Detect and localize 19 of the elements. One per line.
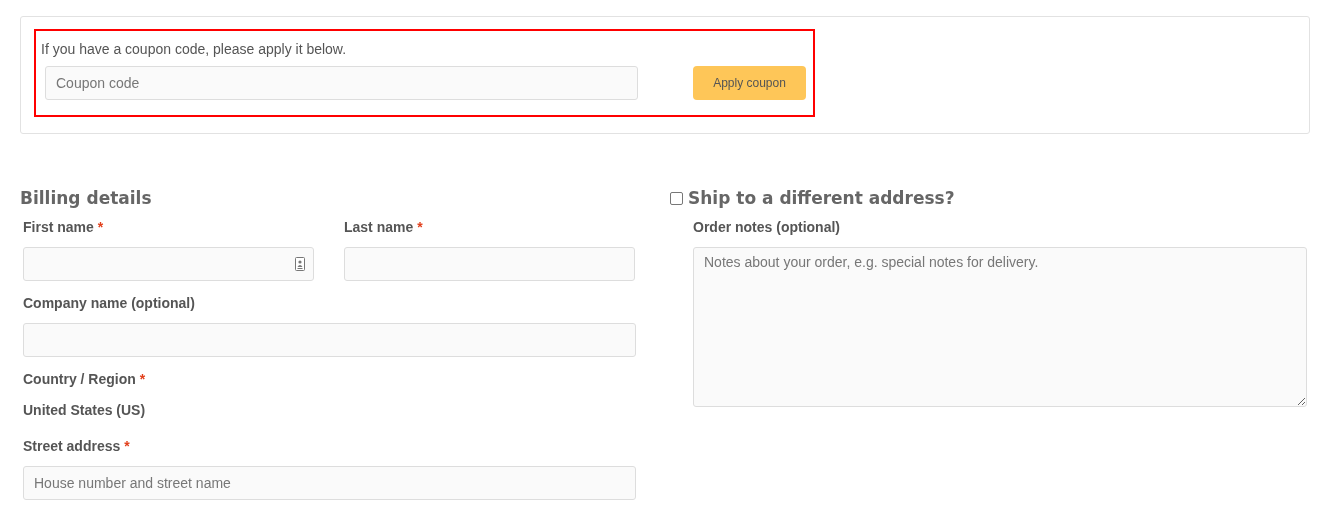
field-label: Order notes (optional) [693,218,840,237]
checkbox[interactable] [670,191,683,205]
field-label: First name * [23,218,104,237]
contact-card-icon[interactable] [295,257,305,271]
coupon-field[interactable]: Coupon code [45,66,638,100]
text-field[interactable] [344,247,635,281]
text-field[interactable] [23,323,636,357]
order-notes-field[interactable]: Notes about your order, e.g. special notes for delivery. [693,247,1307,407]
section-heading: Billing details [20,187,152,210]
field-label: Company name (optional) [23,294,195,313]
coupon-prompt: If you have a coupon code, please apply it below. [41,40,347,59]
field-label: Country / Region * [23,370,146,389]
text-field[interactable]: House number and street name [23,466,636,500]
field-label: Last name * [344,218,423,237]
section-heading: Ship to a different address? [688,187,955,210]
country-value: United States (US) [23,401,146,420]
field-label: Street address * [23,437,130,456]
apply-coupon-button[interactable]: Apply coupon [693,66,806,100]
text-field[interactable] [23,247,314,281]
